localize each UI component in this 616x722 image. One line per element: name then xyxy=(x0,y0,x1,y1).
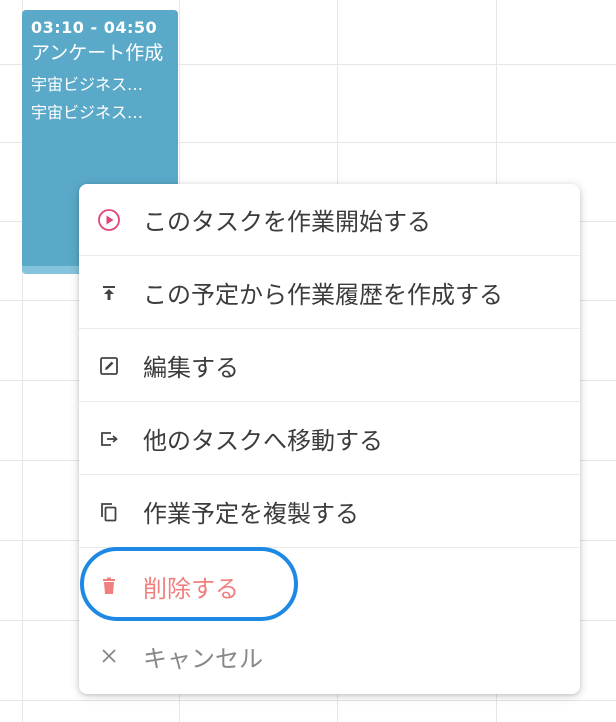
focus-highlight-ring xyxy=(80,547,298,621)
event-time: 03:10 - 04:50 xyxy=(31,18,158,37)
duplicate-menu-item[interactable]: 作業予定を複製する xyxy=(79,476,580,548)
event-title: アンケート作成 xyxy=(31,42,164,64)
move-icon xyxy=(97,427,121,451)
grid-line xyxy=(0,700,616,701)
menu-item-label: 他のタスクへ移動する xyxy=(143,427,383,455)
copy-icon xyxy=(97,500,121,524)
menu-item-label: キャンセル xyxy=(143,644,263,673)
create-history-menu-item[interactable]: この予定から作業履歴を作成する xyxy=(79,257,580,329)
move-task-menu-item[interactable]: 他のタスクへ移動する xyxy=(79,403,580,475)
menu-item-label: この予定から作業履歴を作成する xyxy=(143,281,503,309)
upload-icon xyxy=(97,281,121,305)
start-task-menu-item[interactable]: このタスクを作業開始する xyxy=(79,184,580,256)
cancel-menu-item[interactable]: キャンセル xyxy=(79,620,580,692)
menu-item-label: 作業予定を複製する xyxy=(143,500,359,528)
event-project: 宇宙ビジネス… xyxy=(31,103,144,122)
menu-item-label: このタスクを作業開始する xyxy=(143,208,431,236)
play-circle-icon xyxy=(97,208,121,232)
menu-item-label: 編集する xyxy=(143,354,239,382)
edit-icon xyxy=(97,354,121,378)
close-icon xyxy=(97,644,121,668)
edit-menu-item[interactable]: 編集する xyxy=(79,330,580,402)
event-project: 宇宙ビジネス… xyxy=(31,75,144,94)
